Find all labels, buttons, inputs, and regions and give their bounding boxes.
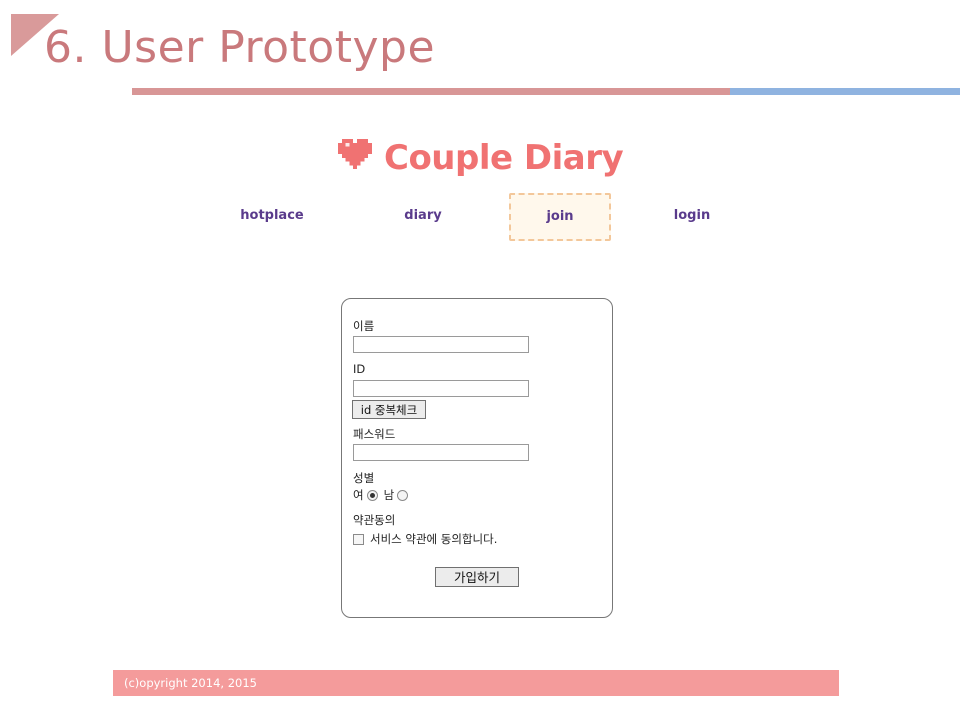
gender-male-label: 남 <box>383 488 395 502</box>
password-input[interactable] <box>353 444 529 461</box>
gender-label: 성별 <box>353 471 375 485</box>
nav-diary[interactable]: diary <box>388 204 458 228</box>
gender-options: 여 남 <box>353 487 414 503</box>
footer-bar: (c)opyright 2014, 2015 <box>113 670 839 696</box>
id-duplicate-check-button[interactable]: id 중복체크 <box>352 400 426 419</box>
logo-text: Couple Diary <box>384 138 624 178</box>
terms-agree-text: 서비스 약관에 동의합니다. <box>370 532 498 546</box>
title-underline-pink <box>132 88 730 95</box>
id-input[interactable] <box>353 380 529 397</box>
terms-agree-row: 서비스 약관에 동의합니다. <box>353 531 497 547</box>
site-logo[interactable]: Couple Diary <box>338 134 624 182</box>
password-label: 패스워드 <box>353 427 396 441</box>
nav-join-active[interactable]: join <box>509 193 611 241</box>
name-label: 이름 <box>353 319 375 333</box>
gender-female-label: 여 <box>353 488 364 502</box>
name-input[interactable] <box>353 336 529 353</box>
copyright-text: (c)opyright 2014, 2015 <box>124 676 257 690</box>
nav-login[interactable]: login <box>660 204 724 228</box>
gender-male-radio[interactable] <box>397 489 409 501</box>
terms-agree-checkbox[interactable] <box>353 533 364 545</box>
id-label: ID <box>353 362 366 376</box>
title-underline-blue <box>730 88 960 95</box>
heart-icon <box>338 139 372 169</box>
slide-title: 6. User Prototype <box>44 22 436 73</box>
gender-female-radio[interactable] <box>366 489 378 501</box>
join-form-card: 이름 ID id 중복체크 패스워드 성별 여 남 약관동의 서비스 약관에 동… <box>341 298 613 618</box>
nav-hotplace[interactable]: hotplace <box>232 204 312 228</box>
terms-label: 약관동의 <box>353 513 396 527</box>
join-submit-button[interactable]: 가입하기 <box>435 567 519 587</box>
